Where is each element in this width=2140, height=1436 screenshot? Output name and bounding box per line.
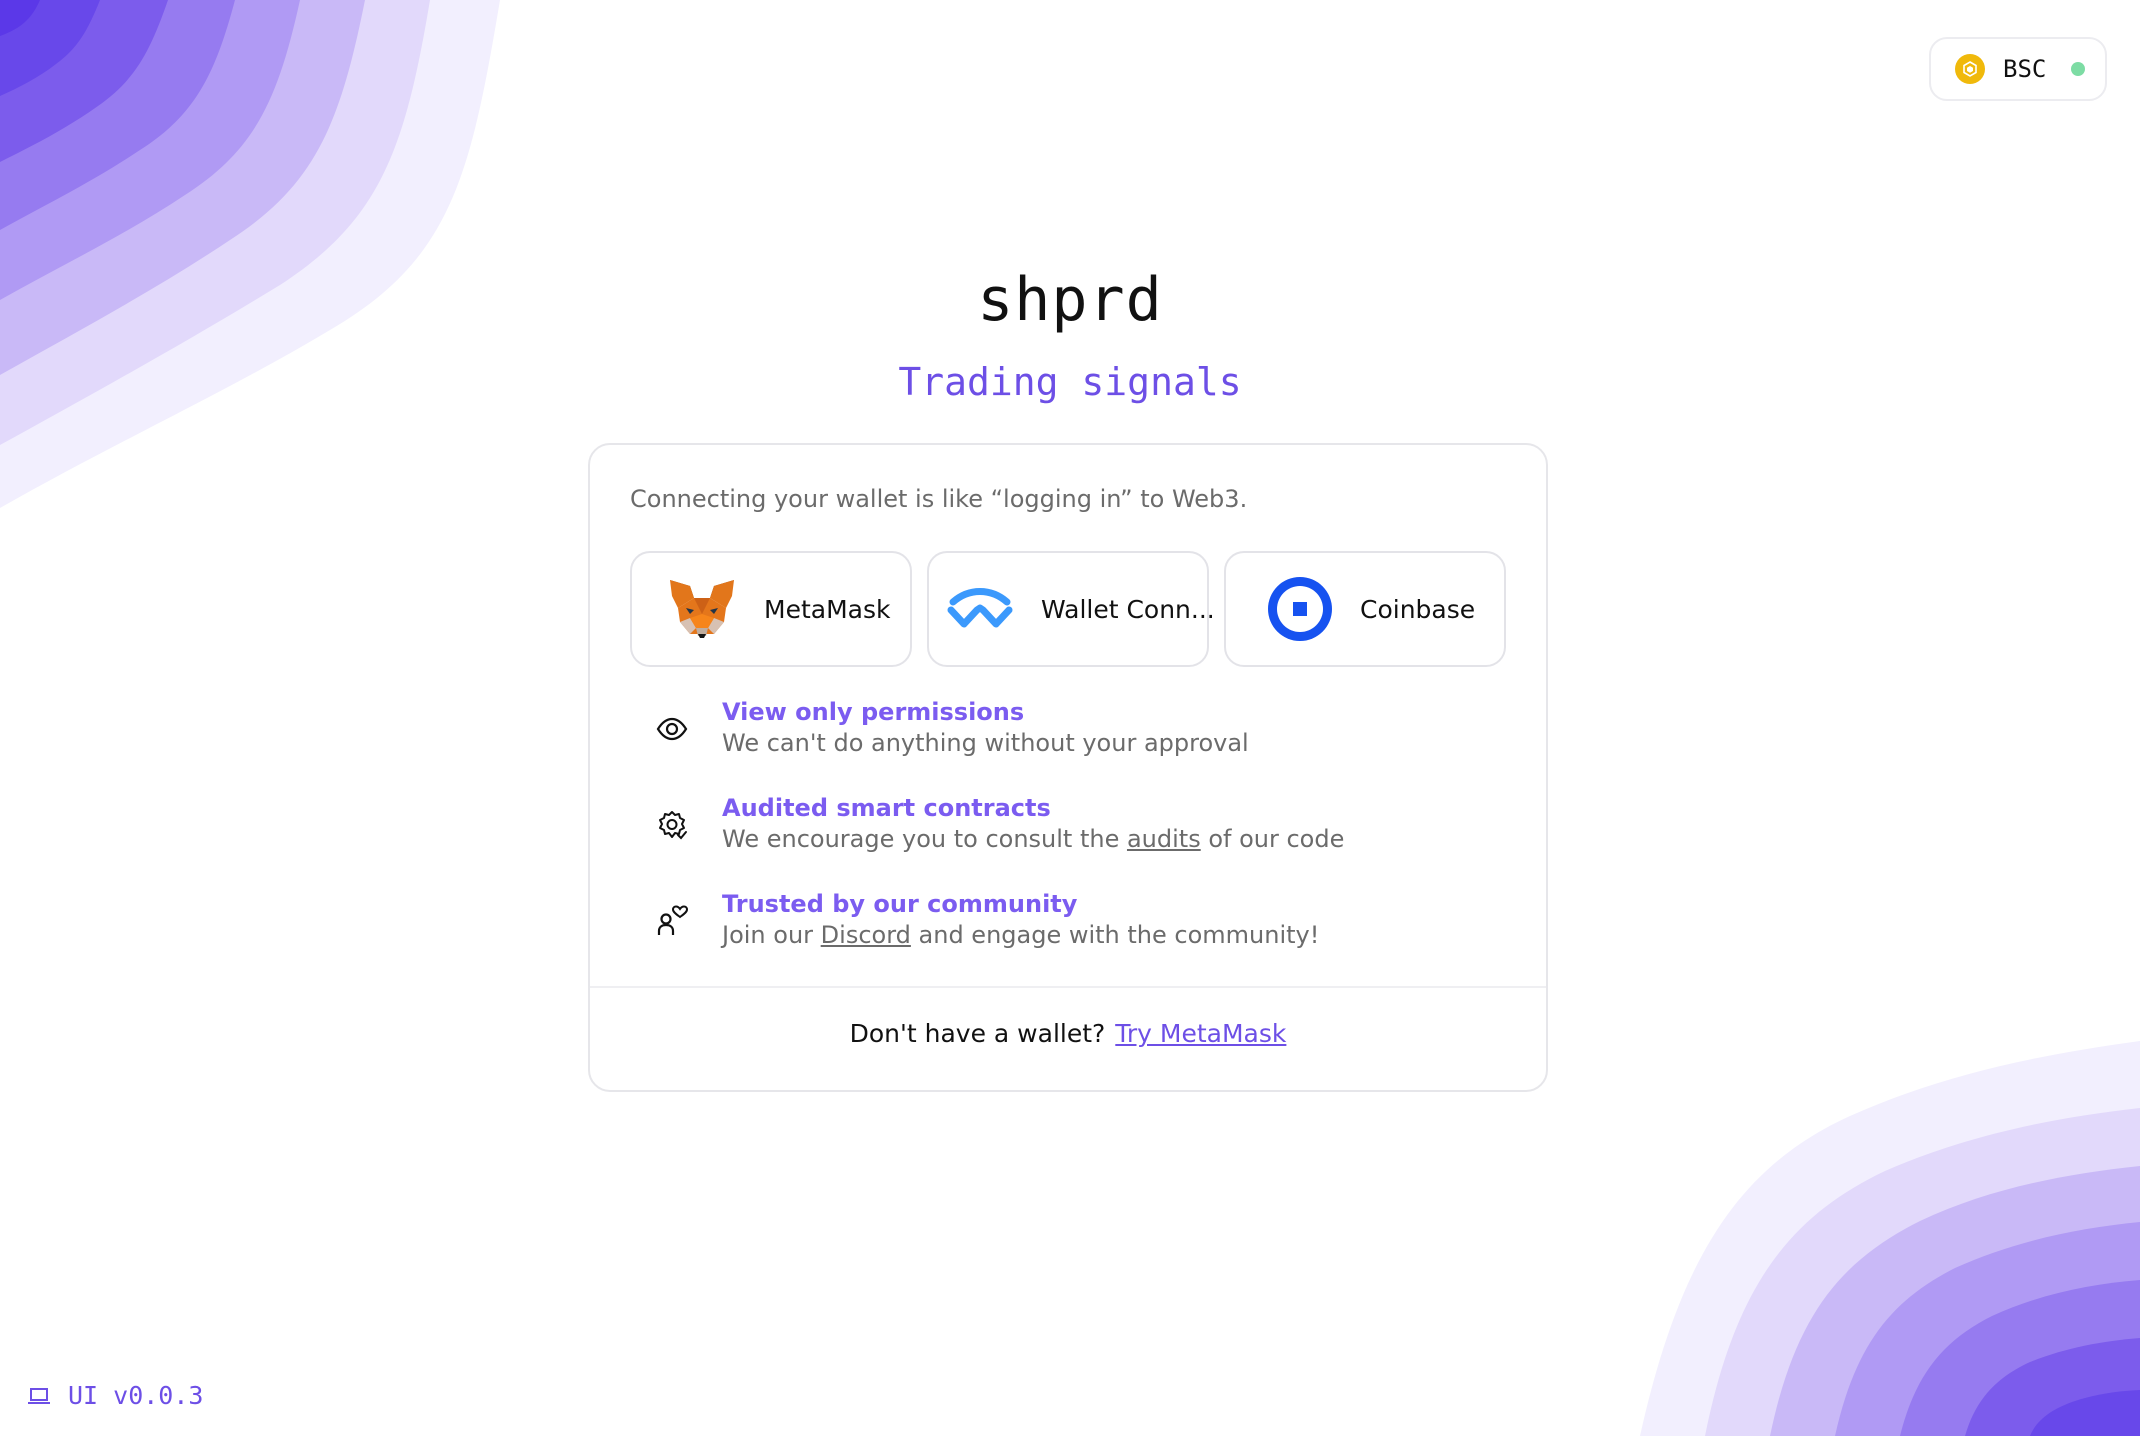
bnb-icon <box>1955 54 1985 84</box>
discord-link[interactable]: Discord <box>821 921 911 949</box>
decorative-waves-top-left <box>0 0 500 508</box>
feature-title: View only permissions <box>722 698 1025 726</box>
coinbase-button[interactable]: Coinbase <box>1224 551 1506 667</box>
metamask-label: MetaMask <box>764 594 891 624</box>
walletconnect-icon <box>947 588 1013 630</box>
feature-description: We can't do anything without your approv… <box>722 729 1249 757</box>
feature-community: Trusted by our community Join our Discor… <box>656 889 1344 953</box>
network-selector[interactable]: BSC <box>1929 37 2107 101</box>
community-heart-icon <box>656 905 688 937</box>
connection-status-dot <box>2071 62 2085 76</box>
feature-list: View only permissions We can't do anythi… <box>656 697 1344 985</box>
app-tagline: Trading signals <box>898 360 1242 404</box>
coinbase-icon <box>1268 577 1332 641</box>
laptop-icon <box>28 1387 50 1404</box>
eye-icon <box>656 713 688 745</box>
feature-description: Join our Discord and engage with the com… <box>722 921 1320 949</box>
feature-description: We encourage you to consult the audits o… <box>722 825 1345 853</box>
metamask-button[interactable]: MetaMask <box>630 551 912 667</box>
walletconnect-label: Wallet Conn... <box>1041 594 1215 624</box>
try-metamask-link[interactable]: Try MetaMask <box>1115 1019 1286 1048</box>
feature-title: Trusted by our community <box>722 890 1078 918</box>
no-wallet-question: Don't have a wallet? <box>849 1019 1106 1048</box>
walletconnect-button[interactable]: Wallet Conn... <box>927 551 1215 667</box>
connect-intro-text: Connecting your wallet is like “logging … <box>630 485 1248 513</box>
coinbase-label: Coinbase <box>1360 594 1476 624</box>
wallet-options: MetaMask Wallet Conn... Coinbase <box>630 551 1506 667</box>
no-wallet-row: Don't have a wallet? Try MetaMask <box>590 1019 1546 1048</box>
ui-version: UI v0.0.3 <box>28 1381 203 1410</box>
audits-link[interactable]: audits <box>1127 825 1201 853</box>
gear-check-icon <box>656 809 688 841</box>
decorative-waves-bottom-right <box>1640 1041 2140 1436</box>
network-label: BSC <box>2003 55 2047 83</box>
feature-title: Audited smart contracts <box>722 794 1051 822</box>
metamask-fox-icon <box>668 578 736 640</box>
ui-version-label: UI v0.0.3 <box>68 1381 204 1410</box>
connect-wallet-card: Connecting your wallet is like “logging … <box>588 443 1548 1092</box>
feature-view-only: View only permissions We can't do anythi… <box>656 697 1344 761</box>
app-title: shprd <box>977 265 1163 335</box>
card-divider <box>590 986 1546 988</box>
feature-audited: Audited smart contracts We encourage you… <box>656 793 1344 857</box>
